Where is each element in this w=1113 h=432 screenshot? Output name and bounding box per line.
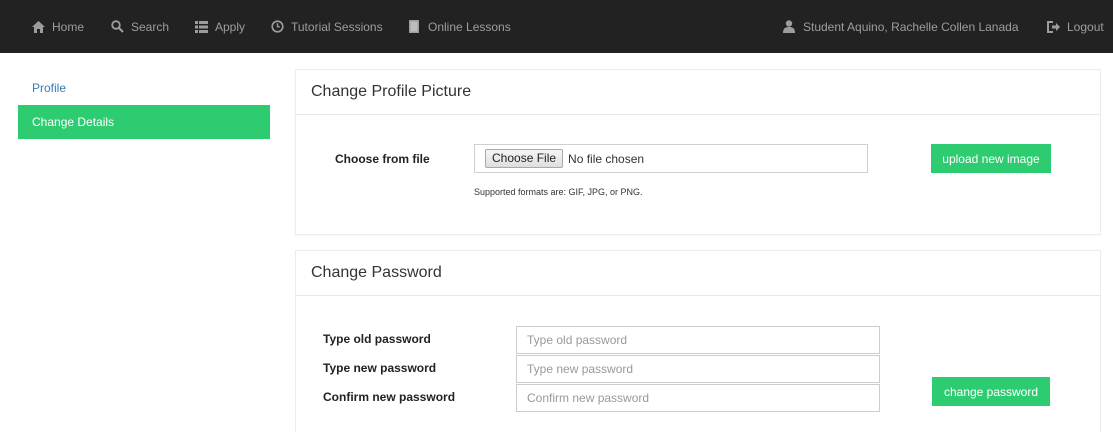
nav-user-account[interactable]: Student Aquino, Rachelle Collen Lanada bbox=[782, 0, 1019, 53]
change-password-title: Change Password bbox=[296, 251, 1100, 296]
nav-lessons-label: Online Lessons bbox=[428, 19, 511, 34]
nav-logout[interactable]: Logout bbox=[1046, 0, 1104, 53]
nav-logout-label: Logout bbox=[1067, 19, 1104, 34]
nav-tutorial-label: Tutorial Sessions bbox=[291, 19, 383, 34]
search-icon bbox=[110, 20, 124, 34]
nav-apply-label: Apply bbox=[215, 19, 246, 34]
new-password-label: Type new password bbox=[323, 361, 437, 375]
nav-home[interactable]: Home bbox=[31, 0, 84, 53]
nav-search[interactable]: Search bbox=[110, 0, 169, 53]
nav-search-label: Search bbox=[131, 19, 170, 34]
upload-image-button[interactable]: upload new image bbox=[931, 144, 1051, 173]
old-password-label: Type old password bbox=[323, 332, 431, 346]
new-password-input[interactable] bbox=[516, 355, 880, 383]
file-input[interactable]: Choose File No file chosen bbox=[474, 144, 868, 173]
nav-online-lessons[interactable]: Online Lessons bbox=[407, 0, 511, 53]
sidebar-item-profile[interactable]: Profile bbox=[18, 71, 270, 105]
top-navbar: Home Search Apply Tutorial Sessions Onli… bbox=[0, 0, 1113, 53]
list-icon bbox=[194, 20, 208, 34]
supported-formats-hint: Supported formats are: GIF, JPG, or PNG. bbox=[474, 187, 643, 197]
change-password-button[interactable]: change password bbox=[932, 377, 1050, 406]
nav-user-name: Student Aquino, Rachelle Collen Lanada bbox=[803, 19, 1019, 34]
change-picture-title: Change Profile Picture bbox=[296, 70, 1100, 115]
nav-home-label: Home bbox=[52, 19, 85, 34]
home-icon bbox=[31, 20, 45, 34]
old-password-input[interactable] bbox=[516, 326, 880, 354]
file-status: No file chosen bbox=[568, 151, 645, 166]
user-icon bbox=[782, 20, 796, 34]
book-icon bbox=[407, 20, 421, 34]
nav-apply[interactable]: Apply bbox=[194, 0, 245, 53]
clock-icon bbox=[270, 20, 284, 34]
confirm-password-input[interactable] bbox=[516, 384, 880, 412]
logout-icon bbox=[1046, 20, 1060, 34]
confirm-password-label: Confirm new password bbox=[323, 390, 456, 404]
choose-file-label: Choose from file bbox=[335, 152, 430, 166]
sidebar-item-change-details[interactable]: Change Details bbox=[18, 105, 270, 139]
nav-tutorial-sessions[interactable]: Tutorial Sessions bbox=[270, 0, 383, 53]
choose-file-button[interactable]: Choose File bbox=[485, 149, 564, 168]
